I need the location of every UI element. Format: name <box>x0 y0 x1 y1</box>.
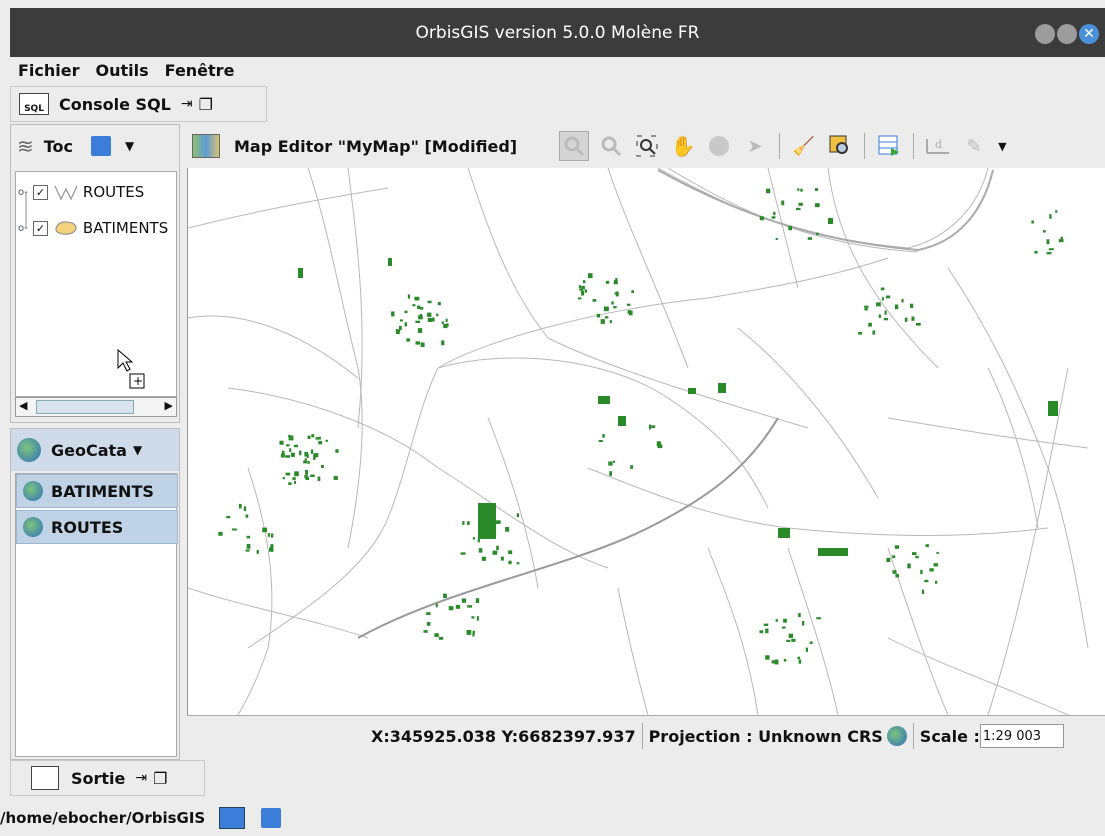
layer-checkbox[interactable]: ✓ <box>32 184 48 200</box>
window-title: OrbisGIS version 5.0.0 Molène FR <box>415 22 700 43</box>
geocatalog-label: GeoCata <box>51 440 127 460</box>
toc-layer-routes[interactable]: o- ✓ ROUTES <box>18 180 144 204</box>
toc-header: ≋ Toc ▼ <box>11 125 179 167</box>
measure-icon[interactable]: d <box>924 132 952 160</box>
menu-fichier[interactable]: Fichier <box>18 61 80 80</box>
sortie-dock[interactable]: Sortie ⇥ ❐ <box>10 760 205 796</box>
open-folder-icon[interactable] <box>219 807 246 829</box>
draw-icon[interactable]: ✎ <box>960 132 988 160</box>
toc-label: Toc <box>43 136 74 156</box>
scroll-right-icon[interactable]: ▶ <box>165 399 173 412</box>
zoom-in-icon[interactable] <box>559 131 590 161</box>
toc-horizontal-scrollbar[interactable]: ◀ ▶ <box>15 397 177 417</box>
chevron-down-icon[interactable]: ▼ <box>125 139 134 153</box>
geocatalog-item-label: BATIMENTS <box>51 481 154 501</box>
scroll-thumb[interactable] <box>36 400 134 414</box>
save-icon[interactable] <box>261 808 282 828</box>
workspace-path: /home/ebocher/OrbisGIS <box>0 809 206 827</box>
map-status-bar: X:345925.038 Y:6682397.937 Projection : … <box>187 715 1105 756</box>
zoom-out-icon[interactable] <box>597 132 625 160</box>
projection-label: Projection : Unknown CRS <box>648 726 883 746</box>
geocatalog-header: GeoCata ▼ <box>11 429 179 471</box>
map-editor-header: Map Editor "MyMap" [Modified] ✋ ➤ 🧹 d ✎ … <box>184 124 1105 168</box>
toolbar-separator <box>779 133 781 159</box>
drag-cursor-icon: + <box>117 348 145 389</box>
railway-layer <box>357 169 994 639</box>
geocatalog-list: BATIMENTS ROUTES <box>15 473 178 757</box>
globe-icon <box>23 481 43 501</box>
pin-icon[interactable]: ⇥ <box>181 96 193 112</box>
toc-layer-batiments[interactable]: o- ✓ BATIMENTS <box>18 216 168 240</box>
pan-icon[interactable]: ✋ <box>669 132 697 160</box>
maximize-button[interactable] <box>1057 24 1077 44</box>
layer-checkbox[interactable]: ✓ <box>32 220 48 236</box>
console-sql-dock[interactable]: SQL Console SQL ⇥ ❐ <box>10 86 267 122</box>
globe-icon <box>23 517 43 537</box>
geocatalog-item-batiments[interactable]: BATIMENTS <box>16 474 178 508</box>
toolbar-separator <box>864 133 866 159</box>
expand-handle-icon[interactable]: o- <box>18 187 28 198</box>
table-icon[interactable] <box>875 132 903 160</box>
output-icon <box>31 766 59 790</box>
menu-bar: Fichier Outils Fenêtre <box>10 57 1105 83</box>
globe-icon <box>17 438 41 462</box>
coordinates-readout: X:345925.038 Y:6682397.937 <box>371 726 636 746</box>
chevron-down-icon[interactable]: ▼ <box>998 140 1006 153</box>
map-render[interactable] <box>187 167 1105 716</box>
scroll-left-icon[interactable]: ◀ <box>19 399 27 412</box>
save-icon[interactable] <box>91 136 112 156</box>
scale-label: Scale : <box>919 726 980 746</box>
geocatalog-item-routes[interactable]: ROUTES <box>16 510 178 544</box>
toc-panel: ≋ Toc ▼ o- ✓ ROUTES o- ✓ BATIMENTS + ◀ ▶ <box>10 124 180 423</box>
close-button[interactable]: ✕ <box>1079 24 1099 44</box>
float-window-icon[interactable]: ❐ <box>199 95 213 114</box>
roads-layer <box>187 167 1089 716</box>
menu-outils[interactable]: Outils <box>96 61 149 80</box>
map-canvas[interactable] <box>187 167 1105 716</box>
menu-fenetre[interactable]: Fenêtre <box>165 61 235 80</box>
workspace-path-bar: /home/ebocher/OrbisGIS <box>0 800 1105 836</box>
select-icon[interactable]: ➤ <box>741 132 769 160</box>
record-icon[interactable] <box>705 132 733 160</box>
toolbar-separator <box>913 133 915 159</box>
layer-label: ROUTES <box>82 183 145 201</box>
svg-text:d: d <box>935 138 942 151</box>
full-extent-icon[interactable] <box>633 132 661 160</box>
projection-settings-icon[interactable] <box>886 726 907 746</box>
map-toolbar: ✋ ➤ 🧹 d ✎ ▼ <box>555 131 1007 161</box>
float-window-icon[interactable]: ❐ <box>153 769 167 788</box>
title-bar: OrbisGIS version 5.0.0 Molène FR ✕ <box>10 8 1105 57</box>
geocatalog-panel: GeoCata ▼ BATIMENTS ROUTES <box>10 428 180 760</box>
toc-tree: o- ✓ ROUTES o- ✓ BATIMENTS + <box>15 171 177 397</box>
line-layer-icon <box>54 185 78 201</box>
map-editor-title: Map Editor "MyMap" [Modified] <box>234 136 518 156</box>
buildings-layer <box>298 218 1058 556</box>
geocatalog-item-label: ROUTES <box>51 517 124 537</box>
zoom-to-selection-icon[interactable] <box>826 132 854 160</box>
status-separator <box>912 723 914 749</box>
console-sql-label: Console SQL <box>59 94 171 114</box>
layer-label: BATIMENTS <box>82 219 169 237</box>
layers-icon: ≋ <box>17 134 34 158</box>
polygon-layer-icon <box>55 221 77 235</box>
clear-selection-icon[interactable]: 🧹 <box>790 132 818 160</box>
scale-input[interactable]: 1:29 003 <box>979 724 1064 748</box>
minimize-button[interactable] <box>1035 24 1055 44</box>
svg-text:+: + <box>133 374 143 388</box>
expand-handle-icon[interactable]: o- <box>18 223 28 234</box>
chevron-down-icon[interactable]: ▼ <box>133 443 142 457</box>
pin-icon[interactable]: ⇥ <box>135 770 147 786</box>
status-separator <box>641 723 643 749</box>
map-icon <box>192 134 220 158</box>
sortie-label: Sortie <box>71 768 126 788</box>
sql-icon: SQL <box>19 93 49 115</box>
